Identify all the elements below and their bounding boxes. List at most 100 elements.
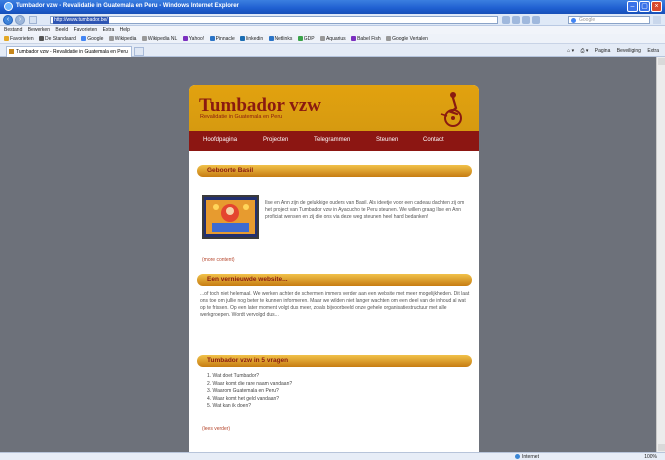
favorite-link[interactable]: linkedin (240, 34, 263, 43)
refresh-icon[interactable] (512, 16, 520, 24)
address-input[interactable]: http://www.tumbador.be/ (50, 16, 498, 24)
new-tab-button[interactable] (134, 47, 144, 56)
list-item[interactable]: 4. Waar komt het geld vandaan? (207, 396, 292, 404)
tab-tumbador[interactable]: Tumbador vzw - Revalidatie in Guatemala … (6, 46, 132, 57)
list-item[interactable]: 2. Waar komt die rare naam vandaan? (207, 381, 292, 389)
nav-hoofdpagina[interactable]: Hoofdpagina (203, 137, 237, 143)
command-extra[interactable]: Extra (647, 48, 659, 54)
nav-contact[interactable]: Contact (423, 137, 444, 143)
questions-list: 1. Wat doet Tumbador? 2. Waar komt die r… (207, 373, 292, 411)
section-body: ...of toch niet helemaal. We werken acht… (200, 291, 470, 318)
site-header: Tumbador vzw Revalidatie in Guatemala en… (189, 85, 479, 131)
favorite-link[interactable]: Netlinks (268, 34, 292, 43)
site-icon (351, 36, 357, 41)
site-icon (141, 36, 147, 41)
status-bar: Internet 100% (0, 452, 665, 460)
site-subtitle: Revalidatie in Guatemala en Peru (200, 114, 283, 120)
title-bar: Tumbador vzw - Revalidatie in Guatemala … (0, 0, 665, 14)
menu-favorieten[interactable]: Favorieten (74, 26, 98, 34)
search-placeholder: Google (579, 17, 596, 23)
section-heading: Een vernieuwde website... (197, 274, 472, 286)
command-beveiliging[interactable]: Beveiliging (617, 48, 641, 54)
favicon-icon (9, 49, 14, 54)
close-button[interactable]: × (651, 1, 662, 12)
favorite-link[interactable]: Google (81, 34, 103, 43)
read-more-link[interactable]: (lees verder) (202, 426, 230, 432)
favorite-link[interactable]: Aquarius (319, 34, 346, 43)
site-icon (319, 36, 325, 41)
site-icon (297, 36, 303, 41)
search-icon[interactable] (653, 16, 661, 24)
favorite-link[interactable]: Yahoo! (182, 34, 204, 43)
main-nav: Hoofdpagina Projecten Telegrammen Steune… (189, 131, 479, 151)
section-title[interactable]: Een vernieuwde website... (207, 276, 288, 283)
print-icon[interactable]: ⎙ ▾ (580, 48, 588, 54)
section-title[interactable]: Geboorte Basil (207, 167, 253, 174)
globe-icon (515, 454, 520, 459)
list-item[interactable]: 3. Waarom Guatemala en Peru? (207, 388, 292, 396)
compatibility-icon[interactable] (502, 16, 510, 24)
site-icon (240, 36, 246, 41)
window-title: Tumbador vzw - Revalidatie in Guatemala … (16, 3, 239, 9)
command-bar: ⌂ ▾ ⎙ ▾ Pagina Beveiliging Extra (562, 46, 659, 56)
section-heading: Geboorte Basil (197, 165, 472, 177)
menu-extra[interactable]: Extra (103, 26, 115, 34)
zoom-level[interactable]: 100% (644, 454, 657, 460)
list-item[interactable]: 5. Wat kan ik doen? (207, 403, 292, 411)
site-icon (182, 36, 188, 41)
command-pagina[interactable]: Pagina (595, 48, 611, 54)
menu-bestand[interactable]: Bestand (4, 26, 22, 34)
favorite-link[interactable]: Pinnacle (209, 34, 235, 43)
baby-illustration (202, 195, 259, 239)
tab-title: Tumbador vzw - Revalidatie in Guatemala … (16, 49, 128, 55)
star-icon (4, 36, 9, 41)
menu-bewerken[interactable]: Bewerken (28, 26, 50, 34)
section-title[interactable]: Tumbador vzw in 5 vragen (207, 357, 288, 364)
site-icon (39, 36, 45, 41)
vertical-scrollbar[interactable] (656, 57, 665, 452)
maximize-button[interactable]: ▢ (639, 1, 650, 12)
nav-projecten[interactable]: Projecten (263, 137, 288, 143)
site-icon (268, 36, 274, 41)
forward-icon[interactable]: › (15, 15, 25, 25)
section-heading: Tumbador vzw in 5 vragen (197, 355, 472, 367)
site-icon (209, 36, 215, 41)
address-bar: ‹ › http://www.tumbador.be/ Google (0, 14, 665, 26)
list-item[interactable]: 1. Wat doet Tumbador? (207, 373, 292, 381)
scroll-up-icon[interactable] (658, 58, 665, 65)
stop-icon[interactable] (522, 16, 530, 24)
site-container: Tumbador vzw Revalidatie in Guatemala en… (189, 85, 479, 452)
favorites-bar: Favorieten De Standaard Google Wikipedia… (0, 34, 665, 44)
menu-help[interactable]: Help (120, 26, 130, 34)
menu-bar: Bestand Bewerken Beeld Favorieten Extra … (0, 26, 665, 34)
favorite-link[interactable]: De Standaard (39, 34, 76, 43)
google-icon (571, 18, 576, 23)
site-icon (386, 36, 392, 41)
favorite-link[interactable]: Wikipedia NL (141, 34, 177, 43)
more-link[interactable]: (more content) (202, 257, 235, 263)
menu-beeld[interactable]: Beeld (55, 26, 68, 34)
scroll-down-icon[interactable] (658, 444, 665, 451)
address-url: http://www.tumbador.be/ (53, 17, 109, 24)
search-input[interactable]: Google (568, 16, 650, 24)
favorite-link[interactable]: Babel Fish (351, 34, 381, 43)
tumbador-logo-icon (440, 92, 462, 127)
address-tools (502, 16, 562, 24)
security-zone: Internet (515, 454, 539, 460)
nav-steunen[interactable]: Steunen (376, 137, 398, 143)
home-icon[interactable]: ⌂ ▾ (567, 48, 574, 54)
favorite-link[interactable]: Google Vertalen (386, 34, 428, 43)
site-icon (108, 36, 114, 41)
recent-pages-dropdown-icon[interactable] (29, 16, 37, 24)
illustration-image (204, 197, 257, 237)
favorite-link[interactable]: Wikipedia (108, 34, 136, 43)
minimize-button[interactable]: – (627, 1, 638, 12)
favorite-link[interactable]: GDP (297, 34, 315, 43)
favorites-button[interactable]: Favorieten (4, 34, 34, 43)
back-icon[interactable]: ‹ (3, 15, 13, 25)
site-icon (81, 36, 87, 41)
dropdown-icon[interactable] (532, 16, 540, 24)
section-body: Ilse en Ann zijn de gelukkige ouders van… (265, 200, 465, 220)
ie-logo-icon (4, 2, 13, 11)
nav-telegrammen[interactable]: Telegrammen (314, 137, 350, 143)
